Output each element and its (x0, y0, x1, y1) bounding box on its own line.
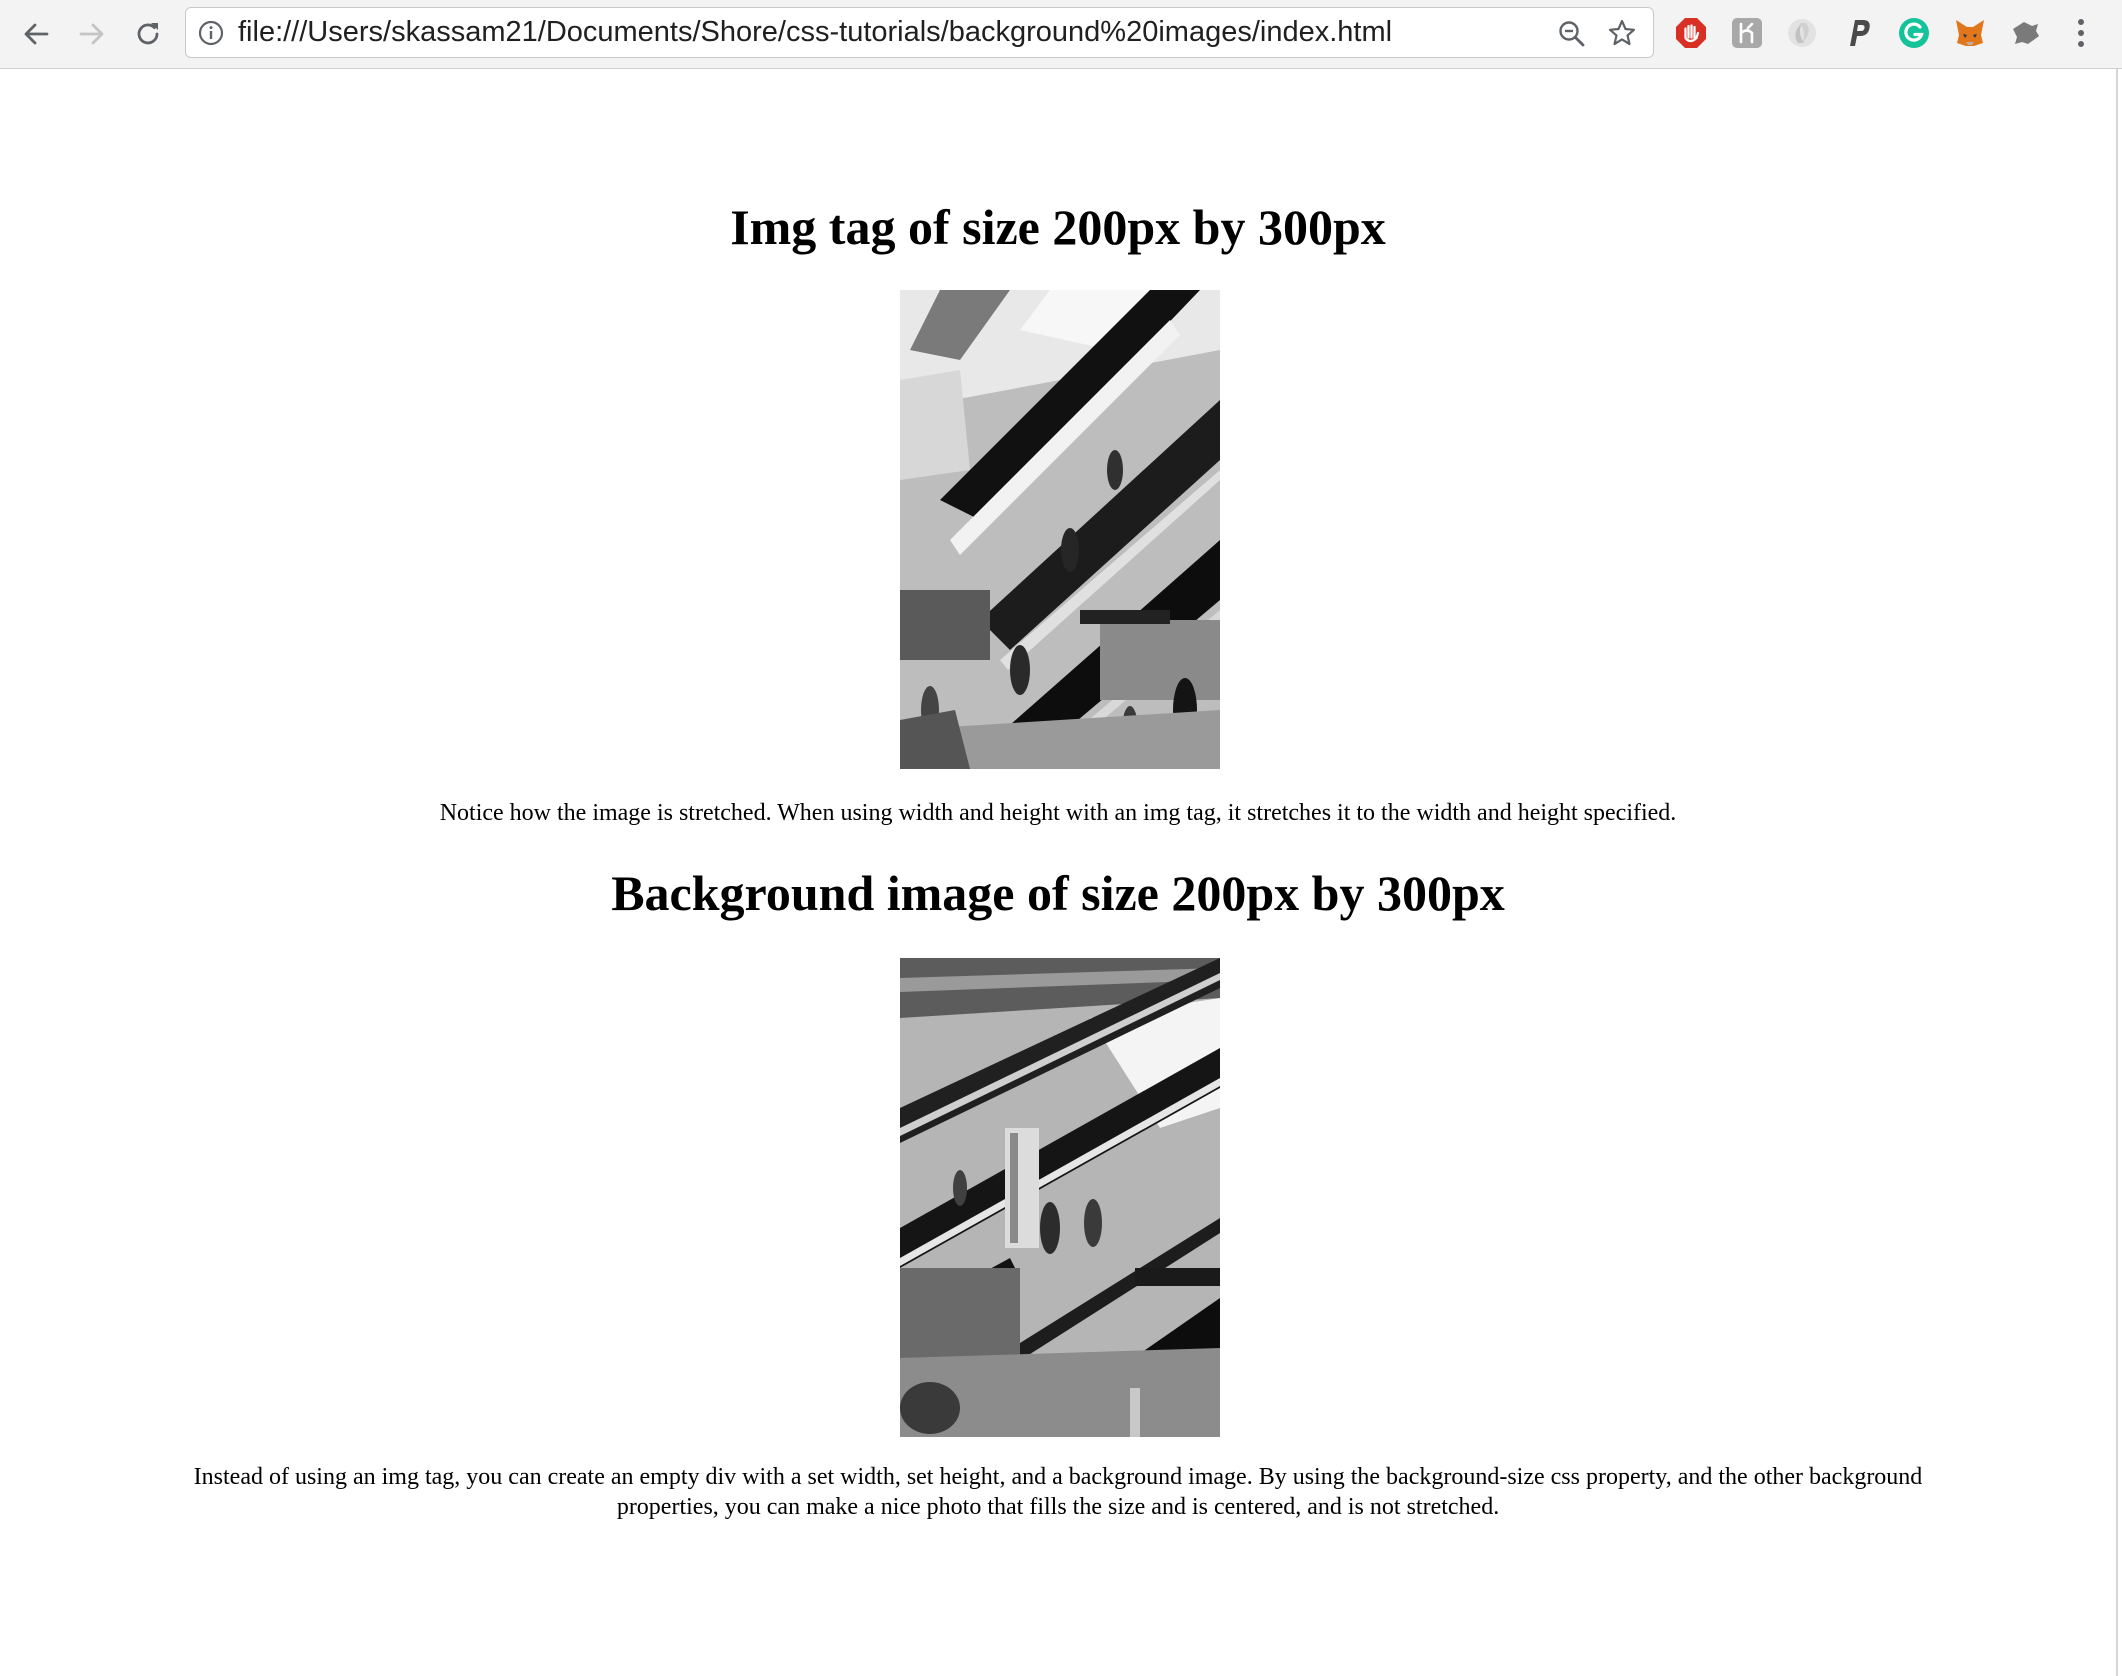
star-icon[interactable] (1607, 18, 1637, 48)
grammarly-extension-icon[interactable] (1896, 15, 1932, 51)
background-image-caption-line-1: Instead of using an img tag, you can cre… (193, 1464, 1923, 1490)
metamask-extension-icon[interactable] (1952, 15, 1988, 51)
arrow-left-icon (24, 23, 49, 45)
background-image-heading: Background image of size 200px by 300px (611, 865, 1505, 921)
scrollbar-edge[interactable] (2116, 69, 2122, 1676)
address-bar[interactable]: file:///Users/skassam21/Documents/Shore/… (185, 7, 1654, 58)
background-image-caption-line-2: properties, you can make a nice photo th… (616, 1494, 1500, 1520)
arrow-right-icon (79, 23, 104, 45)
url-text[interactable]: file:///Users/skassam21/Documents/Shore/… (238, 8, 1392, 57)
forward-button[interactable] (70, 12, 114, 56)
reload-button[interactable] (126, 12, 170, 56)
grey-box-extension-icon[interactable] (1729, 15, 1765, 51)
paypal-extension-icon[interactable] (1840, 15, 1876, 51)
page-viewport: Img tag of size 200px by 300px Notice ho… (0, 69, 2116, 1676)
browser-window: file:///Users/skassam21/Documents/Shore/… (0, 0, 2122, 1676)
img-tag-caption: Notice how the image is stretched. When … (439, 800, 1677, 826)
kebab-menu-icon[interactable] (2066, 15, 2096, 51)
background-image-div (900, 958, 1220, 1437)
stretched-escalator-image (900, 290, 1220, 769)
puzzle-extension-icon[interactable] (2007, 15, 2043, 51)
back-button[interactable] (14, 12, 58, 56)
img-tag-heading: Img tag of size 200px by 300px (730, 199, 1386, 255)
info-icon[interactable] (198, 20, 224, 46)
zoom-out-icon[interactable] (1557, 19, 1587, 49)
ad-blocker-extension-icon[interactable] (1673, 15, 1709, 51)
faded-extension-icon[interactable] (1784, 15, 1820, 51)
reload-icon (137, 23, 159, 45)
browser-toolbar: file:///Users/skassam21/Documents/Shore/… (0, 0, 2122, 69)
